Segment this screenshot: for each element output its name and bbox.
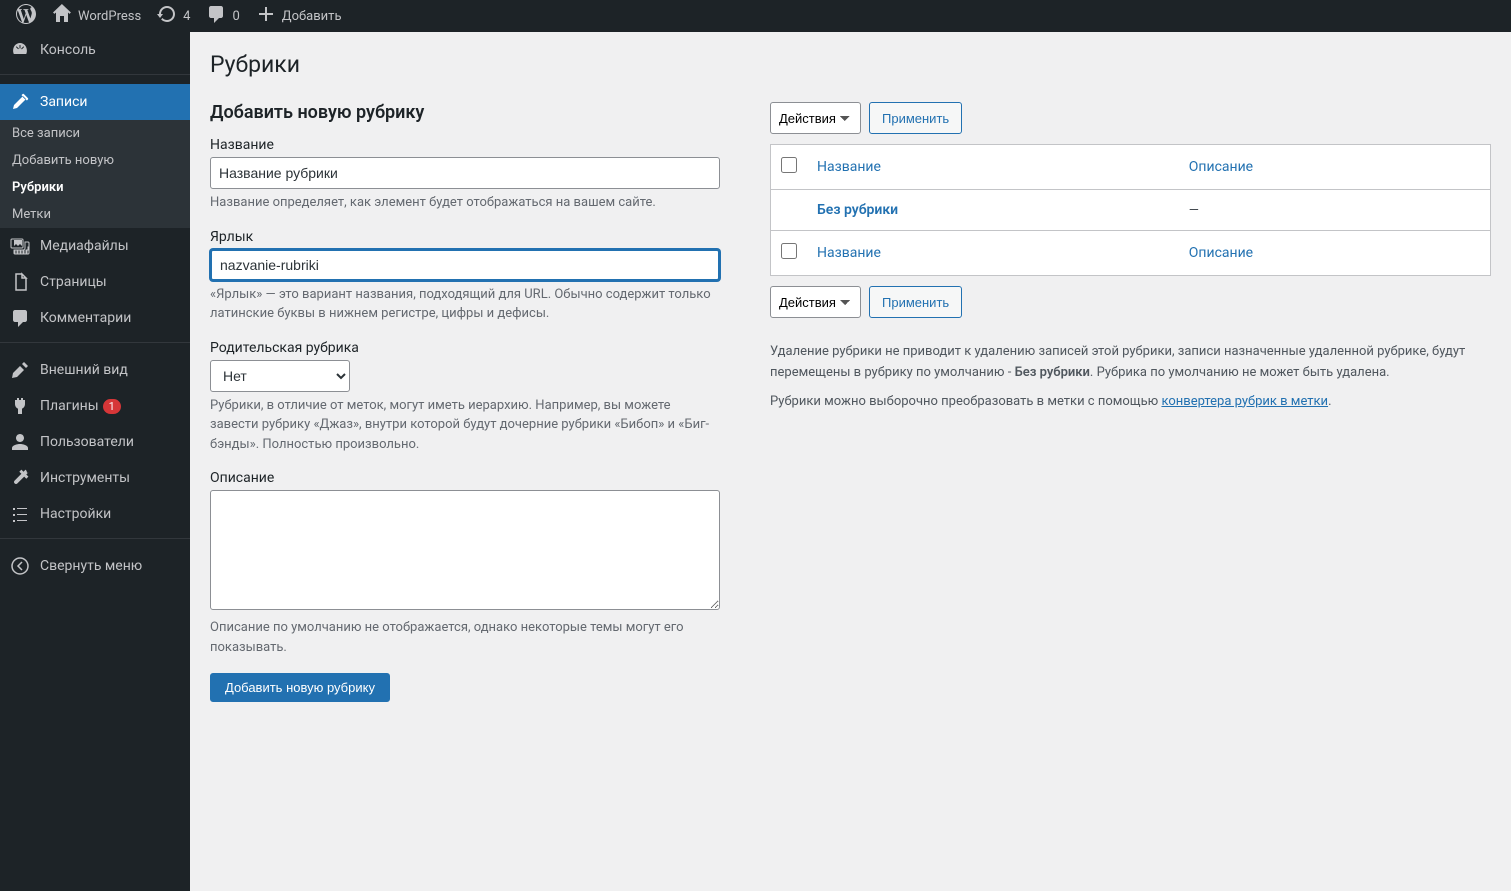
menu-label: Комментарии [40,310,131,326]
menu-pages[interactable]: Страницы [0,264,190,300]
updates-link[interactable]: 4 [149,0,198,32]
name-input[interactable] [210,157,720,189]
bulk-actions-bottom: Действия Применить [770,286,1491,318]
collapse-icon [10,556,30,576]
col-desc-footer[interactable]: Описание [1189,245,1253,261]
menu-label: Инструменты [40,470,130,486]
home-icon [52,4,72,28]
admin-bar: WordPress 4 0 Добавить [0,0,1511,32]
page-title: Рубрики [210,42,1491,82]
comment-icon [206,4,226,28]
comments-icon [10,308,30,328]
submenu-categories[interactable]: Рубрики [0,174,190,201]
current-arrow-icon [190,94,198,110]
bulk-select-bottom[interactable]: Действия [770,286,861,318]
parent-help: Рубрики, в отличие от меток, могут иметь… [210,396,720,455]
footer-notes: Удаление рубрики не приводит к удалению … [770,342,1491,412]
media-icon [10,236,30,256]
menu-label: Настройки [40,506,111,522]
menu-label: Пользователи [40,434,134,450]
bulk-actions-top: Действия Применить [770,102,1491,134]
converter-link[interactable]: конвертера рубрик в метки [1161,394,1328,409]
wp-logo[interactable] [8,0,44,32]
updates-count: 4 [183,9,190,24]
menu-label: Страницы [40,274,107,290]
site-name-link[interactable]: WordPress [44,0,149,32]
wordpress-icon [16,4,36,28]
plugins-update-badge: 1 [103,399,121,414]
col-name-footer[interactable]: Название [817,245,881,261]
slug-input[interactable] [210,249,720,281]
pin-icon [10,92,30,112]
menu-appearance[interactable]: Внешний вид [0,352,190,388]
name-label: Название [210,137,740,153]
menu-label: Свернуть меню [40,558,142,574]
form-heading: Добавить новую рубрику [210,102,740,123]
menu-users[interactable]: Пользователи [0,424,190,460]
desc-textarea[interactable] [210,490,720,610]
name-help: Название определяет, как элемент будет о… [210,193,720,213]
menu-posts[interactable]: Записи [0,84,190,120]
menu-console[interactable]: Консоль [0,32,190,68]
menu-comments[interactable]: Комментарии [0,300,190,336]
desc-help: Описание по умолчанию не отображается, о… [210,618,720,657]
menu-tools[interactable]: Инструменты [0,460,190,496]
select-all-top[interactable] [781,157,797,173]
category-desc: — [1179,190,1491,231]
plugin-icon [10,396,30,416]
menu-plugins[interactable]: Плагины 1 [0,388,190,424]
site-name: WordPress [78,9,141,24]
submenu-all-posts[interactable]: Все записи [0,120,190,147]
admin-sidebar: Консоль Записи Все записи Добавить новую… [0,32,190,891]
add-new-label: Добавить [282,9,342,24]
menu-label: Плагины [40,398,99,414]
sliders-icon [10,504,30,524]
submit-button[interactable]: Добавить новую рубрику [210,673,390,702]
comments-count: 0 [232,9,239,24]
menu-collapse[interactable]: Свернуть меню [0,548,190,584]
slug-help: «Ярлык» — это вариант названия, подходящ… [210,285,720,324]
add-new-link[interactable]: Добавить [248,0,350,32]
col-name-header[interactable]: Название [817,159,881,175]
dashboard-icon [10,40,30,60]
slug-label: Ярлык [210,229,740,245]
table-row: Без рубрики — [771,190,1491,231]
col-desc-header[interactable]: Описание [1189,159,1253,175]
categories-list-panel: Действия Применить Название Описание Без… [770,102,1491,702]
user-icon [10,432,30,452]
brush-icon [10,360,30,380]
menu-label: Медиафайлы [40,238,129,254]
category-name[interactable]: Без рубрики [807,190,1179,231]
menu-label: Консоль [40,42,96,58]
submenu-posts: Все записи Добавить новую Рубрики Метки [0,120,190,228]
submenu-tags[interactable]: Метки [0,201,190,228]
menu-media[interactable]: Медиафайлы [0,228,190,264]
submenu-add-new[interactable]: Добавить новую [0,147,190,174]
desc-label: Описание [210,470,740,486]
page-icon [10,272,30,292]
menu-label: Записи [40,94,88,110]
select-all-bottom[interactable] [781,243,797,259]
content-area: Рубрики Добавить новую рубрику Название … [190,32,1511,722]
apply-button-top[interactable]: Применить [869,102,962,134]
apply-button-bottom[interactable]: Применить [869,286,962,318]
bulk-select-top[interactable]: Действия [770,102,861,134]
categories-table: Название Описание Без рубрики — Название… [770,144,1491,276]
plus-icon [256,4,276,28]
add-category-form: Добавить новую рубрику Название Название… [210,102,740,702]
menu-settings[interactable]: Настройки [0,496,190,532]
menu-label: Внешний вид [40,362,128,378]
parent-label: Родительская рубрика [210,340,740,356]
parent-select[interactable]: Нет [210,360,350,392]
wrench-icon [10,468,30,488]
comments-link[interactable]: 0 [198,0,247,32]
refresh-icon [157,4,177,28]
